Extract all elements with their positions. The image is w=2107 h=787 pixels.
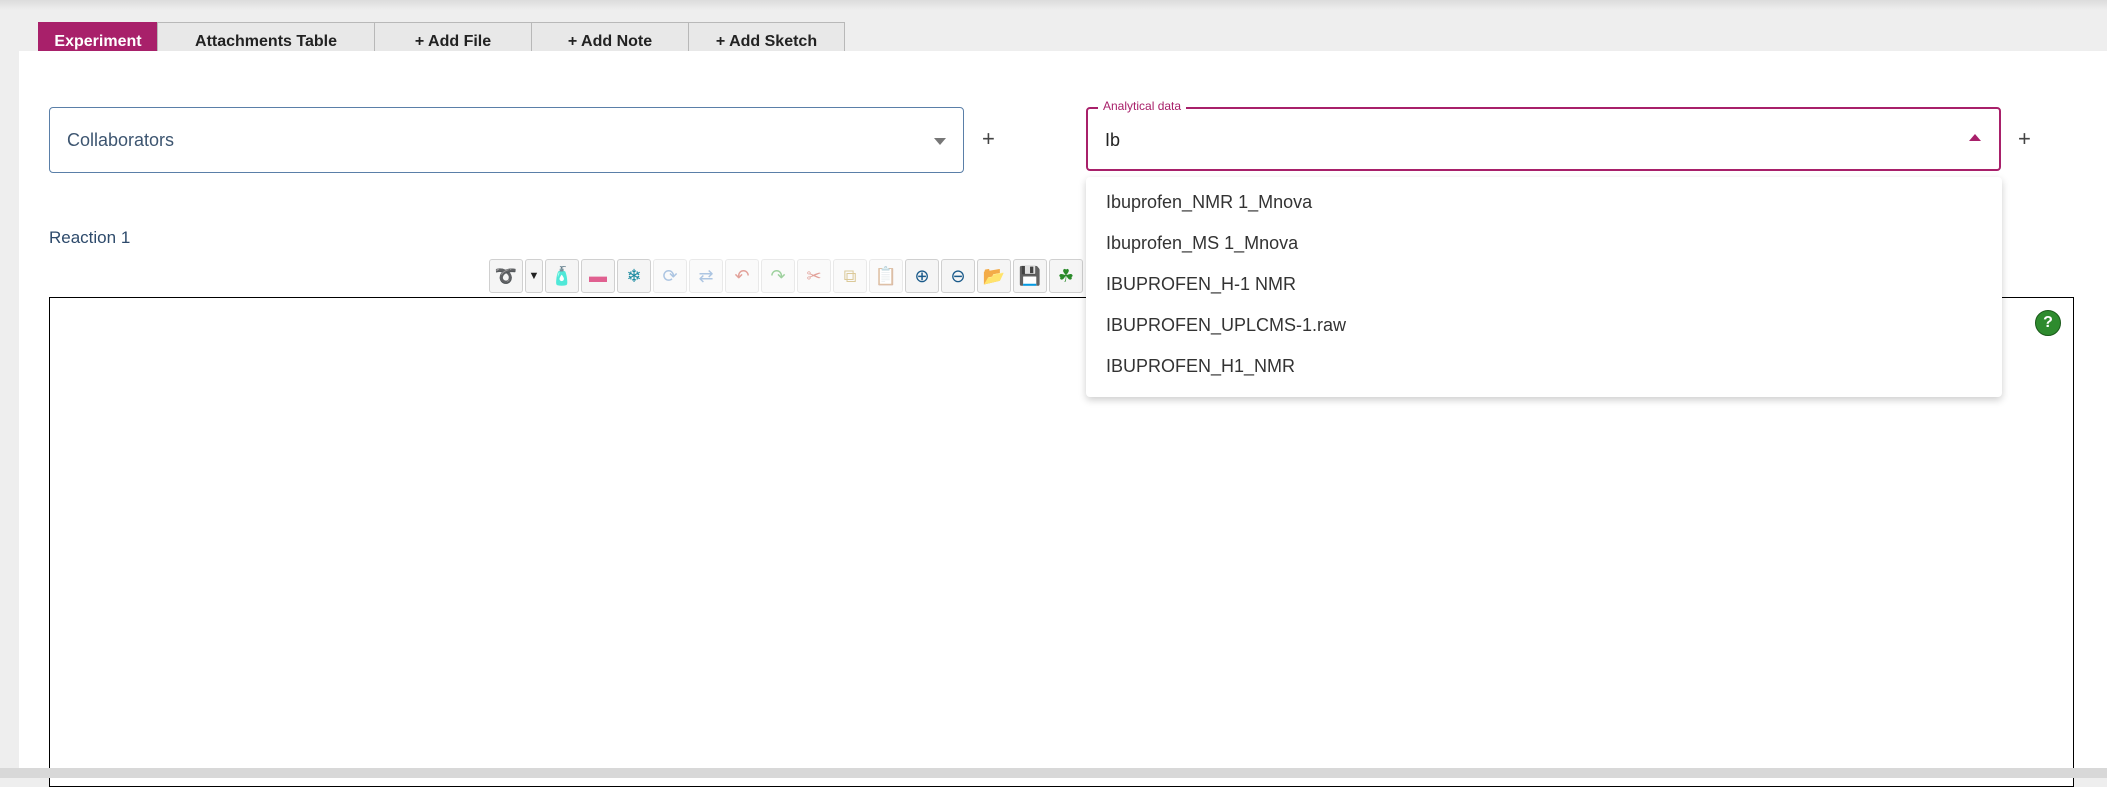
sketch-toolbar: ➰ ▼ 🧴 ▬ ❄ ⟳ ⇄ ↶ ↷ ✂ ⧉ 📋 ⊕ ⊖ 📂 💾 ☘: [489, 259, 1085, 295]
lasso-icon[interactable]: ➰: [489, 259, 523, 293]
top-shadow: [0, 0, 2107, 10]
zoom-out-icon[interactable]: ⊖: [941, 259, 975, 293]
templates-icon[interactable]: ☘: [1049, 259, 1083, 293]
reaction-title: Reaction 1: [49, 228, 131, 247]
zoom-in-icon[interactable]: ⊕: [905, 259, 939, 293]
copy-icon[interactable]: ⧉: [833, 259, 867, 293]
rotate-icon[interactable]: ⟳: [653, 259, 687, 293]
dropdown-arrow-icon[interactable]: ▼: [525, 259, 543, 293]
analytical-data-field[interactable]: Analytical data: [1086, 99, 2001, 171]
save-icon[interactable]: 💾: [1013, 259, 1047, 293]
dropdown-option[interactable]: Ibuprofen_NMR 1_Mnova: [1086, 182, 2002, 223]
chevron-up-icon[interactable]: [1969, 134, 1981, 141]
center-icon[interactable]: ❄: [617, 259, 651, 293]
collaborators-placeholder: Collaborators: [67, 130, 175, 150]
redo-icon[interactable]: ↷: [761, 259, 795, 293]
dropdown-option[interactable]: IBUPROFEN_UPLCMS-1.raw: [1086, 305, 2002, 346]
add-collaborator-button[interactable]: +: [982, 126, 995, 152]
chevron-down-icon[interactable]: [934, 138, 946, 145]
analytical-data-legend: Analytical data: [1098, 99, 1187, 113]
add-analytical-data-button[interactable]: +: [2018, 126, 2031, 152]
dropdown-option[interactable]: IBUPROFEN_H-1 NMR: [1086, 264, 2002, 305]
undo-icon[interactable]: ↶: [725, 259, 759, 293]
dropdown-option[interactable]: IBUPROFEN_H1_NMR: [1086, 346, 2002, 387]
analytical-data-input[interactable]: [1105, 127, 1925, 153]
collaborators-select[interactable]: Collaborators: [49, 107, 964, 173]
open-folder-icon[interactable]: 📂: [977, 259, 1011, 293]
analytical-data-dropdown: Ibuprofen_NMR 1_Mnova Ibuprofen_MS 1_Mno…: [1086, 177, 2002, 397]
dropdown-option[interactable]: Ibuprofen_MS 1_Mnova: [1086, 223, 2002, 264]
cut-icon[interactable]: ✂: [797, 259, 831, 293]
paste-icon[interactable]: 📋: [869, 259, 903, 293]
status-bar: [0, 768, 2107, 778]
eraser-icon[interactable]: ▬: [581, 259, 615, 293]
erase-bottle-icon[interactable]: 🧴: [545, 259, 579, 293]
help-icon[interactable]: ?: [2035, 310, 2061, 336]
flip-icon[interactable]: ⇄: [689, 259, 723, 293]
